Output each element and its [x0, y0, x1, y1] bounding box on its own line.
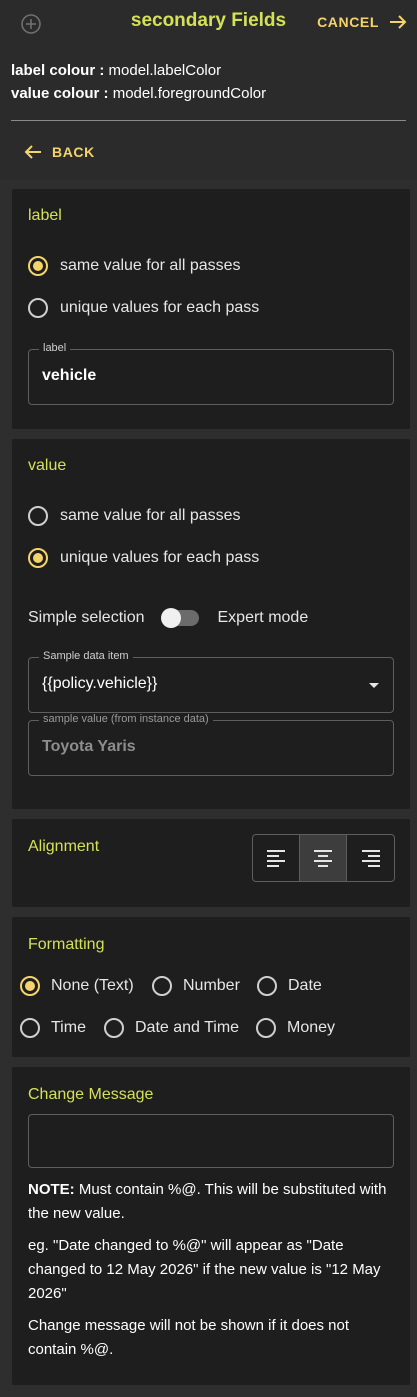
radio-unselected-icon[interactable] — [152, 976, 172, 996]
note-text: NOTE: Must contain %@. This will be subs… — [28, 1178, 394, 1226]
label-card: label same value for all passes unique v… — [12, 189, 410, 429]
colour-info: label colour : model.labelColor value co… — [11, 59, 266, 105]
label-option-unique[interactable]: unique values for each pass — [28, 298, 259, 318]
change-message-card: Change Message NOTE: Must contain %@. Th… — [12, 1067, 410, 1385]
formatting-card: Formatting None (Text) Number Date Time … — [12, 917, 410, 1057]
example-text: eg. "Date changed to %@" will appear as … — [28, 1237, 381, 1302]
change-message-input[interactable] — [28, 1114, 394, 1168]
format-time-label: Time — [51, 1019, 86, 1036]
sample-data-item-select[interactable]: Sample data item {{policy.vehicle}} — [28, 650, 394, 713]
value-option-unique[interactable]: unique values for each pass — [28, 548, 259, 568]
radio-unselected-icon[interactable] — [20, 1018, 40, 1038]
value-colour-line: value colour : model.foregroundColor — [11, 82, 266, 105]
value-section-title: value — [28, 457, 67, 474]
label-section-title: label — [28, 207, 62, 224]
sample-value-field: sample value (from instance data) Toyota… — [28, 713, 394, 776]
back-label: BACK — [52, 144, 95, 160]
note-bold-label: NOTE: — [28, 1181, 75, 1198]
simple-selection-label: Simple selection — [28, 609, 145, 626]
note-body: Must contain %@. This will be substitute… — [28, 1181, 387, 1222]
radio-selected-icon[interactable] — [20, 976, 40, 996]
format-option-time[interactable]: Time — [20, 1018, 86, 1038]
label-field[interactable]: label vehicle — [28, 342, 394, 405]
format-date-label: Date — [288, 977, 322, 994]
label-colour-key: label colour : — [11, 62, 105, 79]
expert-mode-label: Expert mode — [217, 609, 309, 626]
alignment-title: Alignment — [28, 838, 100, 855]
format-none-label: None (Text) — [51, 977, 134, 994]
formatting-title: Formatting — [28, 936, 105, 953]
arrow-right-icon — [390, 15, 407, 29]
format-money-label: Money — [287, 1019, 336, 1036]
value-option-same[interactable]: same value for all passes — [28, 506, 241, 526]
label-field-value: vehicle — [42, 367, 97, 384]
label-field-label: label — [39, 342, 71, 354]
format-option-money[interactable]: Money — [256, 1018, 335, 1038]
cancel-label: CANCEL — [317, 14, 379, 30]
alignment-button-group — [252, 834, 395, 882]
label-colour-value: model.labelColor — [108, 62, 222, 79]
format-number-label: Number — [183, 977, 240, 994]
right-align-icon — [361, 850, 380, 867]
header: secondary Fields CANCEL — [0, 0, 417, 50]
value-card: value same value for all passes unique v… — [12, 439, 410, 809]
value-colour-value: model.foregroundColor — [112, 85, 267, 102]
radio-unselected-icon[interactable] — [28, 506, 48, 526]
value-colour-key: value colour : — [11, 85, 109, 102]
format-date-and-time-label: Date and Time — [135, 1019, 240, 1036]
format-option-none[interactable]: None (Text) — [20, 976, 134, 996]
sample-value-label: sample value (from instance data) — [39, 713, 213, 725]
value-option-same-text: same value for all passes — [60, 507, 241, 524]
sample-data-item-label: Sample data item — [39, 650, 133, 662]
back-button[interactable]: BACK — [24, 144, 95, 160]
radio-unselected-icon[interactable] — [256, 1018, 276, 1038]
dropdown-caret-icon[interactable] — [369, 683, 379, 688]
radio-unselected-icon[interactable] — [28, 298, 48, 318]
format-option-date-and-time[interactable]: Date and Time — [104, 1018, 239, 1038]
warning-text: Change message will not be shown if it d… — [28, 1317, 350, 1358]
label-option-unique-text: unique values for each pass — [60, 299, 260, 316]
cancel-button[interactable]: CANCEL — [317, 14, 407, 30]
alignment-card: Alignment — [12, 819, 410, 907]
radio-selected-icon[interactable] — [28, 256, 48, 276]
format-option-number[interactable]: Number — [152, 976, 240, 996]
radio-unselected-icon[interactable] — [257, 976, 277, 996]
arrow-left-icon — [24, 145, 41, 159]
label-colour-line: label colour : model.labelColor — [11, 59, 266, 82]
align-right-button[interactable] — [347, 835, 394, 881]
left-align-icon — [267, 850, 285, 867]
align-left-button[interactable] — [253, 835, 300, 881]
mode-toggle[interactable] — [160, 608, 199, 628]
center-align-icon — [314, 850, 332, 867]
format-option-date[interactable]: Date — [257, 976, 322, 996]
label-option-same-text: same value for all passes — [60, 257, 241, 274]
mode-toggle-row: Simple selection Expert mode — [28, 608, 309, 628]
sample-data-item-value: {{policy.vehicle}} — [42, 675, 158, 692]
sample-value-value: Toyota Yaris — [42, 738, 136, 755]
align-center-button[interactable] — [300, 835, 347, 881]
radio-selected-icon[interactable] — [28, 548, 48, 568]
radio-unselected-icon[interactable] — [104, 1018, 124, 1038]
change-message-title: Change Message — [28, 1086, 154, 1103]
divider — [11, 120, 406, 121]
value-option-unique-text: unique values for each pass — [60, 549, 260, 566]
label-option-same[interactable]: same value for all passes — [28, 256, 241, 276]
